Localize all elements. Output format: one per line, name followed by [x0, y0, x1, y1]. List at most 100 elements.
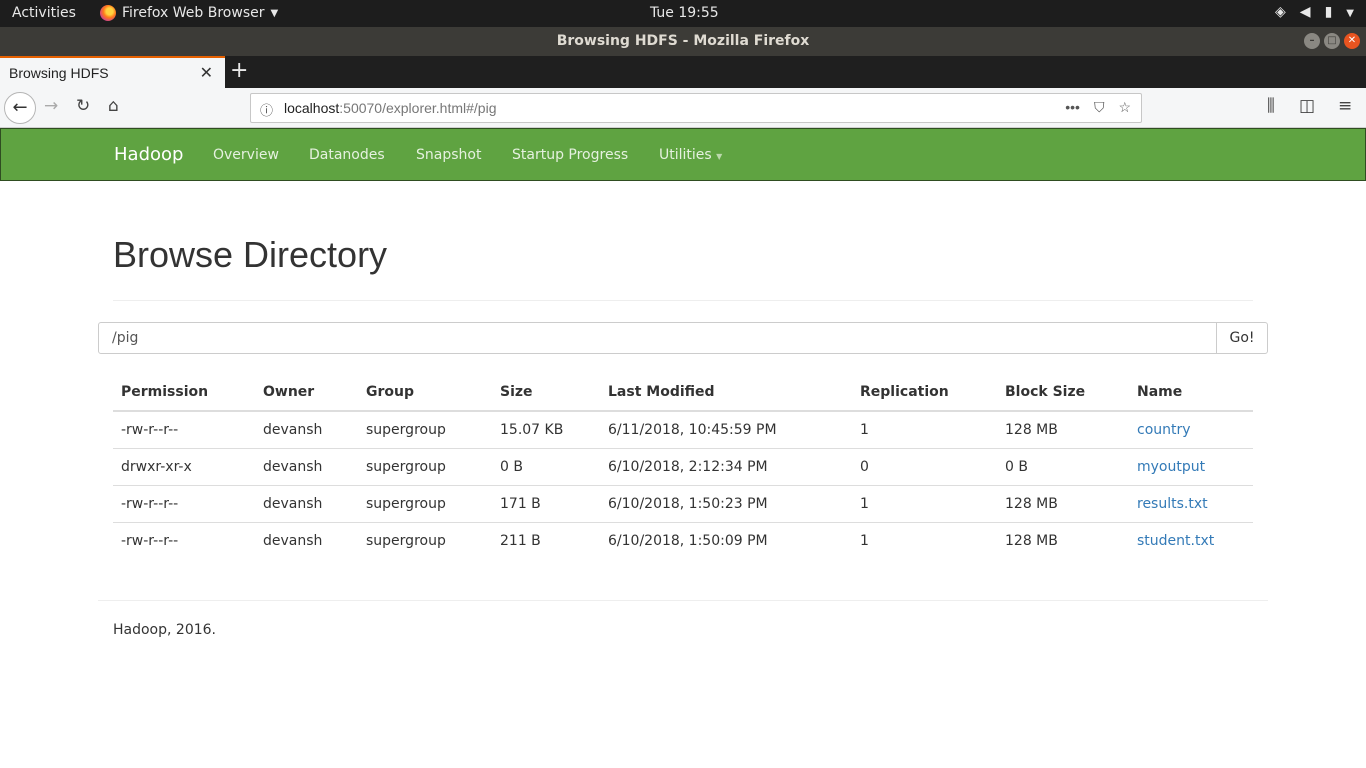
- clock[interactable]: Tue 19:55: [650, 5, 719, 21]
- column-header-permission[interactable]: Permission: [113, 373, 255, 412]
- nav-snapshot[interactable]: Snapshot: [416, 147, 481, 163]
- column-header-block-size[interactable]: Block Size: [997, 373, 1129, 412]
- cell-name: myoutput: [1129, 447, 1253, 485]
- directory-link[interactable]: myoutput: [1137, 459, 1205, 475]
- reload-button[interactable]: ↻: [76, 96, 90, 116]
- library-icon[interactable]: ⫼: [1267, 96, 1275, 116]
- tab-label: Browsing HDFS: [9, 65, 109, 81]
- bookmark-star-icon[interactable]: ☆: [1118, 99, 1131, 116]
- nav-datanodes[interactable]: Datanodes: [309, 147, 385, 163]
- url-host: localhost: [284, 100, 340, 116]
- close-tab-icon[interactable]: ✕: [200, 63, 213, 83]
- cell-owner: devansh: [255, 521, 358, 559]
- new-tab-button[interactable]: +: [230, 58, 248, 83]
- cell-last-modified: 6/10/2018, 2:12:34 PM: [600, 447, 852, 485]
- battery-icon[interactable]: ▮: [1325, 4, 1333, 23]
- tab-strip: Browsing HDFS ✕ +: [0, 56, 1366, 88]
- app-menu-label: Firefox Web Browser: [122, 5, 265, 21]
- hamburger-menu-icon[interactable]: ≡: [1338, 96, 1352, 116]
- directory-path-input[interactable]: [98, 322, 1217, 354]
- directory-table: Permission Owner Group Size Last Modifie…: [113, 373, 1253, 559]
- window-title: Browsing HDFS - Mozilla Firefox: [556, 33, 810, 49]
- column-header-group[interactable]: Group: [358, 373, 492, 412]
- cell-block-size: 128 MB: [997, 484, 1129, 522]
- table-header-row: Permission Owner Group Size Last Modifie…: [113, 373, 1253, 412]
- cell-replication: 1: [860, 421, 869, 438]
- url-path: :50070/explorer.html#/pig: [339, 100, 497, 116]
- chevron-down-icon: ▼: [716, 152, 723, 161]
- page-title: Browse Directory: [113, 234, 388, 275]
- column-header-replication[interactable]: Replication: [852, 373, 997, 412]
- home-button[interactable]: ⌂: [108, 96, 119, 116]
- sidebar-icon[interactable]: ◫: [1299, 96, 1315, 116]
- pocket-icon[interactable]: ⛉: [1094, 99, 1105, 116]
- chevron-down-icon[interactable]: ▼: [1346, 4, 1354, 23]
- system-top-bar: Activities Firefox Web Browser ▼ Tue 19:…: [0, 0, 1366, 27]
- volume-icon[interactable]: ◀: [1300, 4, 1311, 23]
- info-icon[interactable]: ⓘ: [260, 100, 273, 119]
- path-search-group: Go!: [98, 322, 1268, 354]
- close-window-button[interactable]: ✕: [1344, 33, 1360, 49]
- cell-group: supergroup: [358, 521, 492, 559]
- cell-name: country: [1129, 411, 1253, 448]
- cell-size: 0 B: [492, 447, 600, 485]
- page-actions-icon[interactable]: •••: [1065, 99, 1080, 116]
- nav-utilities-label: Utilities: [659, 147, 712, 163]
- cell-owner: devansh: [255, 447, 358, 485]
- cell-group: supergroup: [358, 447, 492, 485]
- column-header-size[interactable]: Size: [492, 373, 600, 412]
- navigation-toolbar: ← → ↻ ⌂ ⓘ localhost:50070/explorer.html#…: [0, 88, 1366, 128]
- title-divider: [113, 300, 1253, 301]
- cell-name: results.txt: [1129, 484, 1253, 522]
- cell-size: 171 B: [492, 484, 600, 522]
- cell-last-modified: 6/11/2018, 10:45:59 PM: [608, 421, 777, 438]
- chevron-down-icon: ▼: [270, 7, 279, 19]
- cell-name: student.txt: [1129, 521, 1253, 559]
- column-header-last-modified[interactable]: Last Modified: [600, 373, 852, 412]
- cell-group: supergroup: [366, 421, 446, 438]
- cell-permission: drwxr-xr-x: [113, 447, 255, 485]
- cell-replication: 1: [852, 521, 997, 559]
- system-tray[interactable]: ◈ ◀ ▮ ▼: [1275, 4, 1354, 23]
- table-row: -rw-r--r-- devansh supergroup 211 B 6/10…: [113, 521, 1253, 559]
- cell-size: 15.07 KB: [500, 421, 564, 438]
- activities-button[interactable]: Activities: [12, 5, 76, 21]
- app-menu[interactable]: Firefox Web Browser ▼: [100, 5, 278, 21]
- table-row: -rw-r--r-- devansh supergroup 171 B 6/10…: [113, 484, 1253, 522]
- maximize-button[interactable]: □: [1324, 33, 1340, 49]
- table-row: drwxr-xr-x devansh supergroup 0 B 6/10/2…: [113, 447, 1253, 485]
- nav-startup-progress[interactable]: Startup Progress: [512, 147, 628, 163]
- forward-button[interactable]: →: [44, 96, 58, 116]
- window-title-bar: Browsing HDFS - Mozilla Firefox – □ ✕: [0, 27, 1366, 56]
- url-text[interactable]: localhost:50070/explorer.html#/pig: [284, 100, 496, 116]
- nav-utilities[interactable]: Utilities ▼: [659, 147, 722, 163]
- cell-group: supergroup: [358, 484, 492, 522]
- nav-overview[interactable]: Overview: [213, 147, 279, 163]
- back-button[interactable]: ←: [4, 92, 36, 124]
- firefox-logo-icon: [100, 5, 116, 21]
- file-link[interactable]: country: [1137, 422, 1191, 438]
- file-link[interactable]: results.txt: [1137, 496, 1208, 512]
- hadoop-brand-link[interactable]: Hadoop: [114, 144, 183, 165]
- cell-block-size: 128 MB: [1005, 421, 1058, 438]
- url-bar[interactable]: ⓘ localhost:50070/explorer.html#/pig •••…: [250, 93, 1142, 123]
- column-header-owner[interactable]: Owner: [255, 373, 358, 412]
- cell-owner: devansh: [255, 484, 358, 522]
- cell-owner: devansh: [263, 421, 323, 438]
- cell-block-size: 0 B: [997, 447, 1129, 485]
- column-header-name[interactable]: Name: [1129, 373, 1253, 412]
- wifi-icon[interactable]: ◈: [1275, 4, 1286, 23]
- cell-size: 211 B: [492, 521, 600, 559]
- cell-permission: -rw-r--r--: [113, 521, 255, 559]
- tab-browsing-hdfs[interactable]: Browsing HDFS ✕: [0, 56, 225, 88]
- footer-divider: [98, 600, 1268, 601]
- cell-last-modified: 6/10/2018, 1:50:09 PM: [600, 521, 852, 559]
- minimize-button[interactable]: –: [1304, 33, 1320, 49]
- file-link[interactable]: student.txt: [1137, 533, 1214, 549]
- cell-block-size: 128 MB: [997, 521, 1129, 559]
- cell-permission: -rw-r--r--: [121, 421, 179, 438]
- cell-last-modified: 6/10/2018, 1:50:23 PM: [600, 484, 852, 522]
- go-button[interactable]: Go!: [1216, 322, 1268, 354]
- hadoop-navbar: Hadoop Overview Datanodes Snapshot Start…: [0, 128, 1366, 181]
- cell-replication: 1: [852, 484, 997, 522]
